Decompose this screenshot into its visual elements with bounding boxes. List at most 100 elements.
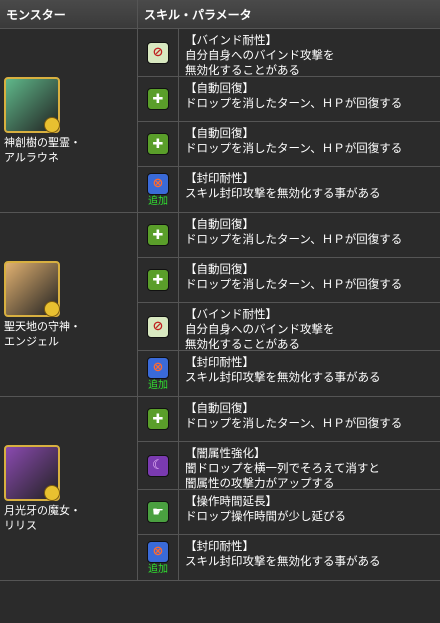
monster-name[interactable]: アルラウネ [4,150,137,165]
skill-description: 無効化することがある [185,337,300,351]
skill-text: 【封印耐性】 スキル封印攻撃を無効化する事がある [179,535,440,580]
skill-title: 【封印耐性】 [185,539,254,553]
skill-description: ドロップを消したターン、ＨＰが回復する [185,416,403,430]
skill-text: 【自動回復】 ドロップを消したターン、ＨＰが回復する [179,397,440,441]
skill-icon-cell: ✚ [138,122,179,166]
skill-row: ✚ 【自動回復】 ドロップを消したターン、ＨＰが回復する [138,397,440,442]
skill-text: 【自動回復】 ドロップを消したターン、ＨＰが回復する [179,77,440,121]
added-label: 追加 [148,195,168,207]
skill-row: ⊗ 追加 【封印耐性】 スキル封印攻撃を無効化する事がある [138,351,440,396]
skill-description: ドロップを消したターン、ＨＰが回復する [185,232,403,246]
skill-text: 【自動回復】 ドロップを消したターン、ＨＰが回復する [179,122,440,166]
skill-description: 無効化することがある [185,63,300,77]
skill-row: ✚ 【自動回復】 ドロップを消したターン、ＨＰが回復する [138,122,440,167]
skill-list: ✚ 【自動回復】 ドロップを消したターン、ＨＰが回復する ☾ 【闇属性強化】 闇ドロップを… [138,397,440,580]
skill-title: 【自動回復】 [185,81,254,95]
monster-avatar[interactable] [4,260,60,317]
skill-title: 【操作時間延長】 [185,494,277,508]
monster-group: 月光牙の魔女・ リリス ✚ 【自動回復】 ドロップを消したターン、ＨＰが回復する ☾ 【闇属… [0,397,440,581]
skill-title: 【自動回復】 [185,401,254,415]
skill-row: ⊘ 【バインド耐性】 自分自身へのバインド攻撃を 無効化することがある [138,29,440,77]
skill-icon-cell: ⊘ [138,303,179,350]
skill-text: 【闇属性強化】 闇ドロップを横一列でそろえて消すと 闇属性の攻撃力がアップする [179,442,440,490]
skill-title: 【バインド耐性】 [185,307,277,321]
skill-text: 【バインド耐性】 自分自身へのバインド攻撃を 無効化することがある [179,303,440,351]
auto-heal-icon: ✚ [147,224,169,246]
monster-avatar[interactable] [4,76,60,133]
skill-title: 【バインド耐性】 [185,33,277,47]
skill-icon-cell: ✚ [138,213,179,257]
skill-text: 【バインド耐性】 自分自身へのバインド攻撃を 無効化することがある [179,29,440,77]
skill-text: 【自動回復】 ドロップを消したターン、ＨＰが回復する [179,258,440,302]
skill-list: ✚ 【自動回復】 ドロップを消したターン、ＨＰが回復する ✚ 【自動回復】 ドロップを消し… [138,213,440,396]
skill-icon-cell: ⊗ 追加 [138,535,179,580]
monster-name[interactable]: 聖天地の守神・ [4,319,137,334]
header-monster: モンスター [0,0,138,28]
rarity-star-icon [44,484,60,501]
skill-text: 【封印耐性】 スキル封印攻撃を無効化する事がある [179,167,440,212]
skill-title: 【封印耐性】 [185,171,254,185]
skill-row: ⊗ 追加 【封印耐性】 スキル封印攻撃を無効化する事がある [138,535,440,580]
skill-title: 【自動回復】 [185,262,254,276]
skill-list: ⊘ 【バインド耐性】 自分自身へのバインド攻撃を 無効化することがある ✚ 【自動回復】ド… [138,29,440,212]
skill-title: 【自動回復】 [185,217,254,231]
skill-description: 自分自身へのバインド攻撃を [185,322,335,336]
skill-icon-cell: ☾ [138,442,179,489]
skill-icon-cell: ⊘ [138,29,179,76]
skill-row: ☛ 【操作時間延長】 ドロップ操作時間が少し延びる [138,490,440,535]
skill-row: ☾ 【闇属性強化】 闇ドロップを横一列でそろえて消すと 闇属性の攻撃力がアップする [138,442,440,490]
skill-description: ドロップを消したターン、ＨＰが回復する [185,96,403,110]
monster-name[interactable]: エンジェル [4,334,137,349]
skill-row: ✚ 【自動回復】 ドロップを消したターン、ＨＰが回復する [138,258,440,303]
seal-resist-icon: ⊗ [147,540,169,563]
seal-resist-icon: ⊗ [147,356,169,379]
skill-icon-cell: ✚ [138,397,179,441]
skill-row: ⊘ 【バインド耐性】 自分自身へのバインド攻撃を 無効化することがある [138,303,440,351]
awakening-table: モンスター スキル・パラメータ 神創樹の聖霊・ アルラウネ ⊘ 【バインド耐性】 自分自… [0,0,440,581]
monster-group: 聖天地の守神・ エンジェル ✚ 【自動回復】 ドロップを消したターン、ＨＰが回復する ✚ 【… [0,213,440,397]
skill-text: 【操作時間延長】 ドロップ操作時間が少し延びる [179,490,440,534]
skill-description: ドロップを消したターン、ＨＰが回復する [185,277,403,291]
time-extend-icon: ☛ [147,501,169,523]
monster-name[interactable]: 月光牙の魔女・ [4,503,137,518]
table-header: モンスター スキル・パラメータ [0,0,440,29]
added-label: 追加 [148,379,168,391]
skill-row: ✚ 【自動回復】 ドロップを消したターン、ＨＰが回復する [138,213,440,258]
skill-description: 闇属性の攻撃力がアップする [185,476,335,490]
skill-description: 自分自身へのバインド攻撃を [185,48,335,62]
skill-icon-cell: ⊗ 追加 [138,351,179,396]
rarity-star-icon [44,300,60,317]
monster-name[interactable]: 神創樹の聖霊・ [4,135,137,150]
added-label: 追加 [148,563,168,575]
skill-text: 【封印耐性】 スキル封印攻撃を無効化する事がある [179,351,440,396]
skill-description: スキル封印攻撃を無効化する事がある [185,554,381,568]
dark-enhance-icon: ☾ [147,454,169,477]
skill-title: 【闇属性強化】 [185,446,266,460]
monster-cell: 神創樹の聖霊・ アルラウネ [0,29,138,212]
skill-row: ✚ 【自動回復】 ドロップを消したターン、ＨＰが回復する [138,77,440,122]
monster-avatar[interactable] [4,444,60,501]
monster-cell: 月光牙の魔女・ リリス [0,397,138,580]
header-skill: スキル・パラメータ [144,8,252,22]
skill-title: 【自動回復】 [185,126,254,140]
bind-resist-icon: ⊘ [147,41,169,64]
auto-heal-icon: ✚ [147,269,169,291]
skill-description: スキル封印攻撃を無効化する事がある [185,370,381,384]
rarity-star-icon [44,116,60,133]
skill-title: 【封印耐性】 [185,355,254,369]
skill-description: 闇ドロップを横一列でそろえて消すと [185,461,380,475]
seal-resist-icon: ⊗ [147,172,169,195]
skill-row: ⊗ 追加 【封印耐性】 スキル封印攻撃を無効化する事がある [138,167,440,212]
auto-heal-icon: ✚ [147,88,169,110]
skill-description: スキル封印攻撃を無効化する事がある [185,186,381,200]
skill-icon-cell: ✚ [138,77,179,121]
skill-text: 【自動回復】 ドロップを消したターン、ＨＰが回復する [179,213,440,257]
skill-description: ドロップを消したターン、ＨＰが回復する [185,141,403,155]
auto-heal-icon: ✚ [147,133,169,155]
monster-group: 神創樹の聖霊・ アルラウネ ⊘ 【バインド耐性】 自分自身へのバインド攻撃を 無効化するこ… [0,29,440,213]
monster-cell: 聖天地の守神・ エンジェル [0,213,138,396]
skill-icon-cell: ⊗ 追加 [138,167,179,212]
skill-description: ドロップ操作時間が少し延びる [185,509,346,523]
bind-resist-icon: ⊘ [147,315,169,338]
monster-name[interactable]: リリス [4,518,137,533]
